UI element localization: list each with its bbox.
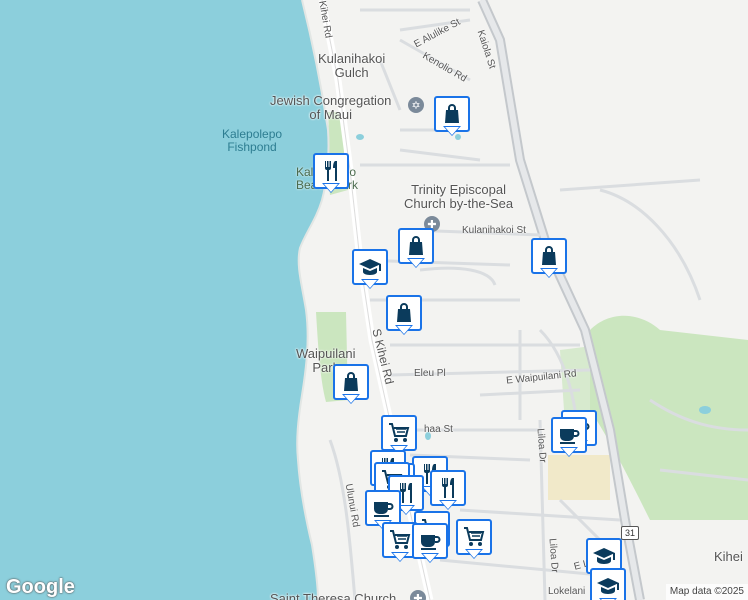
shopping-bag-icon — [537, 244, 561, 268]
grocery-cart-icon — [387, 421, 411, 445]
school-icon — [358, 255, 382, 279]
place-label-trinity-church: Trinity Episcopal Church by-the-Sea — [404, 182, 514, 212]
commercial-area — [548, 455, 610, 500]
grocery-cart-icon — [388, 528, 412, 552]
school-icon — [592, 544, 616, 568]
shopping-bag-icon — [440, 102, 464, 126]
highway-shield-31: 31 — [621, 526, 639, 540]
road-label-kulanihakoi-st: Kulanihakoi St — [462, 225, 526, 236]
restaurant-icon — [319, 159, 343, 183]
map-marker-shopping-bag[interactable] — [398, 228, 434, 272]
map-marker-school[interactable] — [352, 249, 388, 293]
road-label-liloa-dr-2: Liloa Dr — [546, 537, 560, 574]
map-marker-shopping-bag[interactable] — [333, 364, 369, 408]
place-label-jewish-congregation: Jewish Congregation of Maui — [270, 93, 392, 123]
place-label-kihei: Kihei — [714, 549, 743, 564]
restaurant-icon — [436, 476, 460, 500]
map-marker-grocery-cart[interactable] — [456, 519, 492, 563]
map-marker-restaurant[interactable] — [430, 470, 466, 514]
cafe-icon — [371, 496, 395, 520]
map-marker-restaurant[interactable] — [313, 153, 349, 197]
road-label-liloa-dr: Liloa Dr — [534, 427, 548, 464]
synagogue-icon[interactable]: ✡ — [408, 97, 424, 113]
google-logo[interactable]: Google — [6, 576, 75, 599]
road-label-lokelani: Lokelani — [548, 586, 586, 597]
road-label-eleu-pl: Eleu Pl — [414, 368, 446, 379]
map-data-credit[interactable]: Map data ©2025 — [665, 584, 748, 600]
cafe-icon — [418, 529, 442, 553]
place-label-kulanihakoi-gulch: Kulanihakoi Gulch — [318, 51, 386, 81]
road-label-haa-st: haa St — [424, 424, 453, 435]
grocery-cart-icon — [462, 525, 486, 549]
map-marker-shopping-bag[interactable] — [386, 295, 422, 339]
map-marker-cafe[interactable] — [551, 417, 587, 461]
shopping-bag-icon — [339, 370, 363, 394]
shopping-bag-icon — [404, 234, 428, 258]
map-marker-cafe[interactable] — [412, 523, 448, 567]
map-canvas[interactable]: ✡ ✚ ✚ Kulanihakoi Gulch Jewish Congregat… — [0, 0, 748, 600]
school-icon — [596, 574, 620, 598]
shopping-bag-icon — [392, 301, 416, 325]
church-icon[interactable]: ✚ — [410, 590, 426, 600]
map-marker-school[interactable] — [590, 568, 626, 600]
map-marker-shopping-bag[interactable] — [531, 238, 567, 282]
place-label-saint-theresa-church: Saint Theresa Church — [270, 591, 397, 600]
ocean — [0, 0, 329, 600]
cafe-icon — [557, 423, 581, 447]
map-marker-shopping-bag[interactable] — [434, 96, 470, 140]
place-label-kalepolepo-fishpond: Kalepolepo Fishpond — [222, 127, 283, 155]
